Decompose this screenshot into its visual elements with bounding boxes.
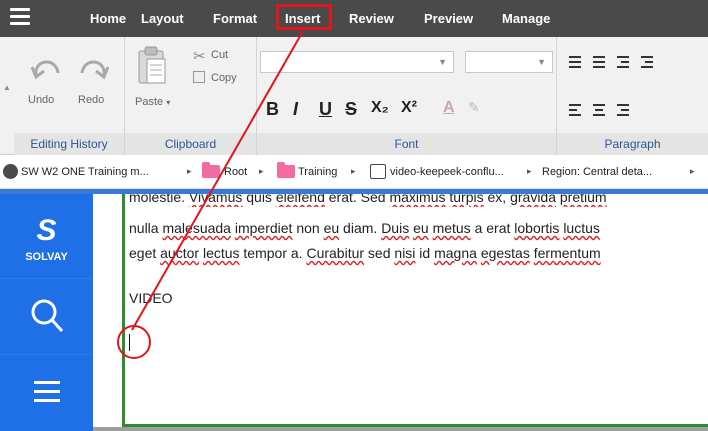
annotation-arrow (131, 30, 304, 331)
annotation-line (131, 30, 304, 331)
